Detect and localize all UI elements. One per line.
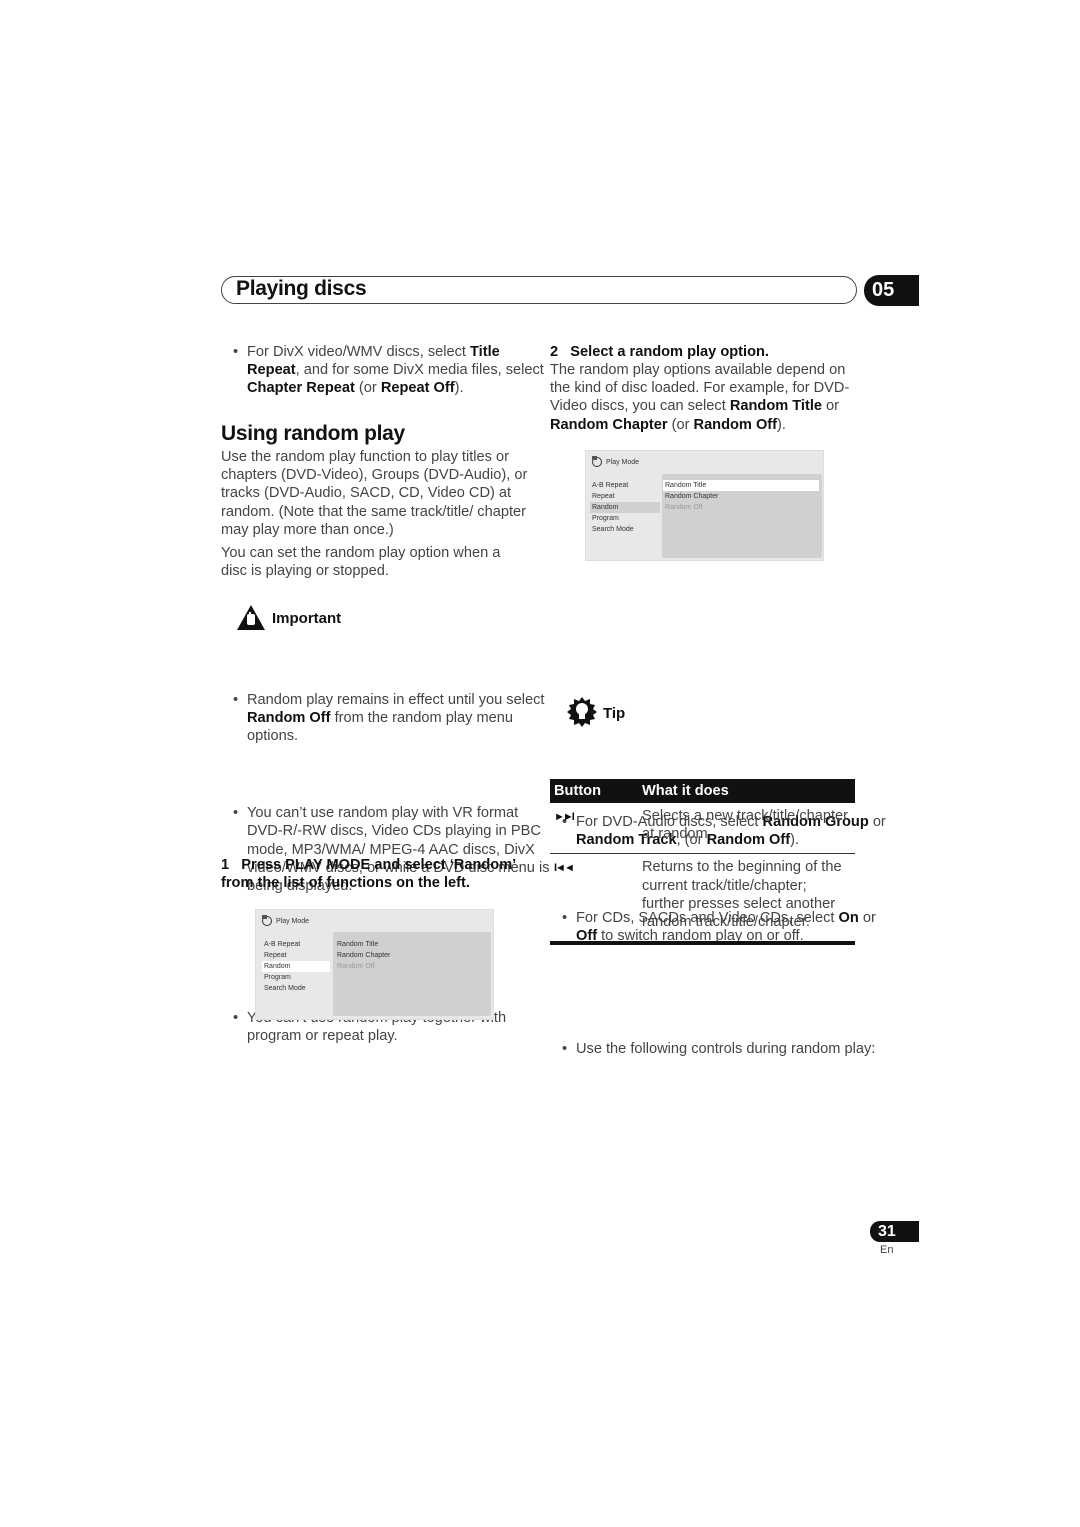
- row-description: Returns to the beginning of the current …: [638, 853, 855, 946]
- row-description: Selects a new track/title/chapter at ran…: [638, 803, 855, 855]
- screen-title: Play Mode: [606, 459, 640, 466]
- term-repeat-off: Repeat Off: [380, 380, 455, 397]
- menu-item-random[interactable]: Random: [590, 502, 660, 513]
- tip-label: Tip: [603, 705, 626, 722]
- important-label: Important: [272, 610, 342, 627]
- language-label: En: [880, 1244, 894, 1256]
- column-header-button: Button: [550, 779, 638, 803]
- text: or: [822, 398, 840, 415]
- play-mode-screen-2: Play Mode A-B Repeat Repeat Random Progr…: [585, 450, 824, 561]
- text: For DivX video/WMV discs, select: [247, 344, 471, 360]
- function-menu: A-B Repeat Repeat Random Program Search …: [590, 480, 660, 535]
- step-2-description: The random play options available depend…: [550, 361, 860, 434]
- button-glyph: ►►I: [554, 811, 575, 823]
- text: or: [858, 910, 876, 927]
- chapter-number-tab: 05: [864, 275, 919, 306]
- menu-item-program[interactable]: Program: [262, 972, 330, 983]
- text: , and for some DivX media files, select: [295, 362, 544, 379]
- menu-item-repeat[interactable]: Repeat: [262, 950, 330, 961]
- menu-item-search-mode[interactable]: Search Mode: [590, 524, 660, 535]
- tip-bullet: Use the following controls during random…: [550, 1040, 886, 1058]
- step-text: Press PLAY MODE and select ‘Random’ from…: [221, 857, 516, 892]
- menu-item-ab-repeat[interactable]: A-B Repeat: [262, 939, 330, 950]
- step-2: 2 Select a random play option.: [550, 343, 860, 361]
- term-random-off: Random Off: [693, 416, 778, 433]
- function-menu: A-B Repeat Repeat Random Program Search …: [262, 939, 330, 994]
- option-random-title[interactable]: Random Title: [663, 480, 819, 491]
- option-random-off[interactable]: Random Off: [335, 961, 485, 972]
- lightbulb-icon: [567, 697, 597, 727]
- table-row: ►►I Selects a new track/title/chapter at…: [550, 803, 855, 855]
- column-header-what-it-does: What it does: [638, 779, 855, 803]
- option-random-off[interactable]: Random Off: [663, 502, 819, 513]
- next-track-icon: ►►I: [550, 803, 638, 855]
- term-random-off: Random Off: [247, 709, 331, 726]
- step-1: 1 Press PLAY MODE and select ‘Random’ fr…: [221, 856, 531, 892]
- term-random-chapter: Random Chapter: [550, 416, 668, 433]
- menu-item-ab-repeat[interactable]: A-B Repeat: [590, 480, 660, 491]
- step-number: 1: [221, 857, 230, 873]
- disc-icon: [591, 455, 603, 467]
- previous-track-icon: I◄◄: [550, 853, 638, 946]
- random-play-intro: Use the random play function to play tit…: [221, 449, 528, 538]
- random-options-menu: Random Title Random Chapter Random Off: [335, 939, 485, 972]
- text: Random play remains in effect until you …: [247, 691, 545, 708]
- button-glyph: I◄◄: [554, 862, 575, 875]
- page-number: 31: [870, 1221, 919, 1242]
- text: ).: [454, 380, 464, 397]
- using-random-play-heading: Using random play: [221, 422, 405, 445]
- step-number: 2: [550, 344, 559, 360]
- step-text: Select a random play option.: [570, 344, 769, 360]
- menu-item-repeat[interactable]: Repeat: [590, 491, 660, 502]
- term-random-title: Random Title: [729, 398, 822, 415]
- menu-item-search-mode[interactable]: Search Mode: [262, 983, 330, 994]
- random-controls-table: Button What it does ►►I Selects a new tr…: [550, 779, 855, 946]
- term-chapter-repeat: Chapter Repeat: [247, 380, 355, 397]
- menu-item-program[interactable]: Program: [590, 513, 660, 524]
- table-row: I◄◄ Returns to the beginning of the curr…: [550, 853, 855, 946]
- text: ).: [777, 416, 786, 433]
- text: or: [868, 813, 886, 830]
- warning-hand-icon: [237, 605, 265, 630]
- disc-icon: [261, 914, 273, 926]
- random-play-when: You can set the random play option when …: [221, 545, 501, 580]
- option-random-chapter[interactable]: Random Chapter: [335, 950, 485, 961]
- option-random-title[interactable]: Random Title: [335, 939, 485, 950]
- menu-item-random[interactable]: Random: [262, 961, 330, 972]
- text: (or: [354, 380, 381, 397]
- divx-repeat-bullet: For DivX video/WMV discs, select Title R…: [221, 343, 547, 398]
- play-mode-screen-1: Play Mode A-B Repeat Repeat Random Progr…: [255, 909, 494, 1020]
- random-options-menu: Random Title Random Chapter Random Off: [663, 480, 819, 513]
- section-title: Playing discs: [236, 277, 367, 300]
- important-bullet-1: Random play remains in effect until you …: [221, 691, 557, 746]
- table-header-row: Button What it does: [550, 779, 855, 803]
- option-random-chapter[interactable]: Random Chapter: [663, 491, 819, 502]
- text: (or: [667, 416, 694, 433]
- screen-title: Play Mode: [276, 918, 310, 925]
